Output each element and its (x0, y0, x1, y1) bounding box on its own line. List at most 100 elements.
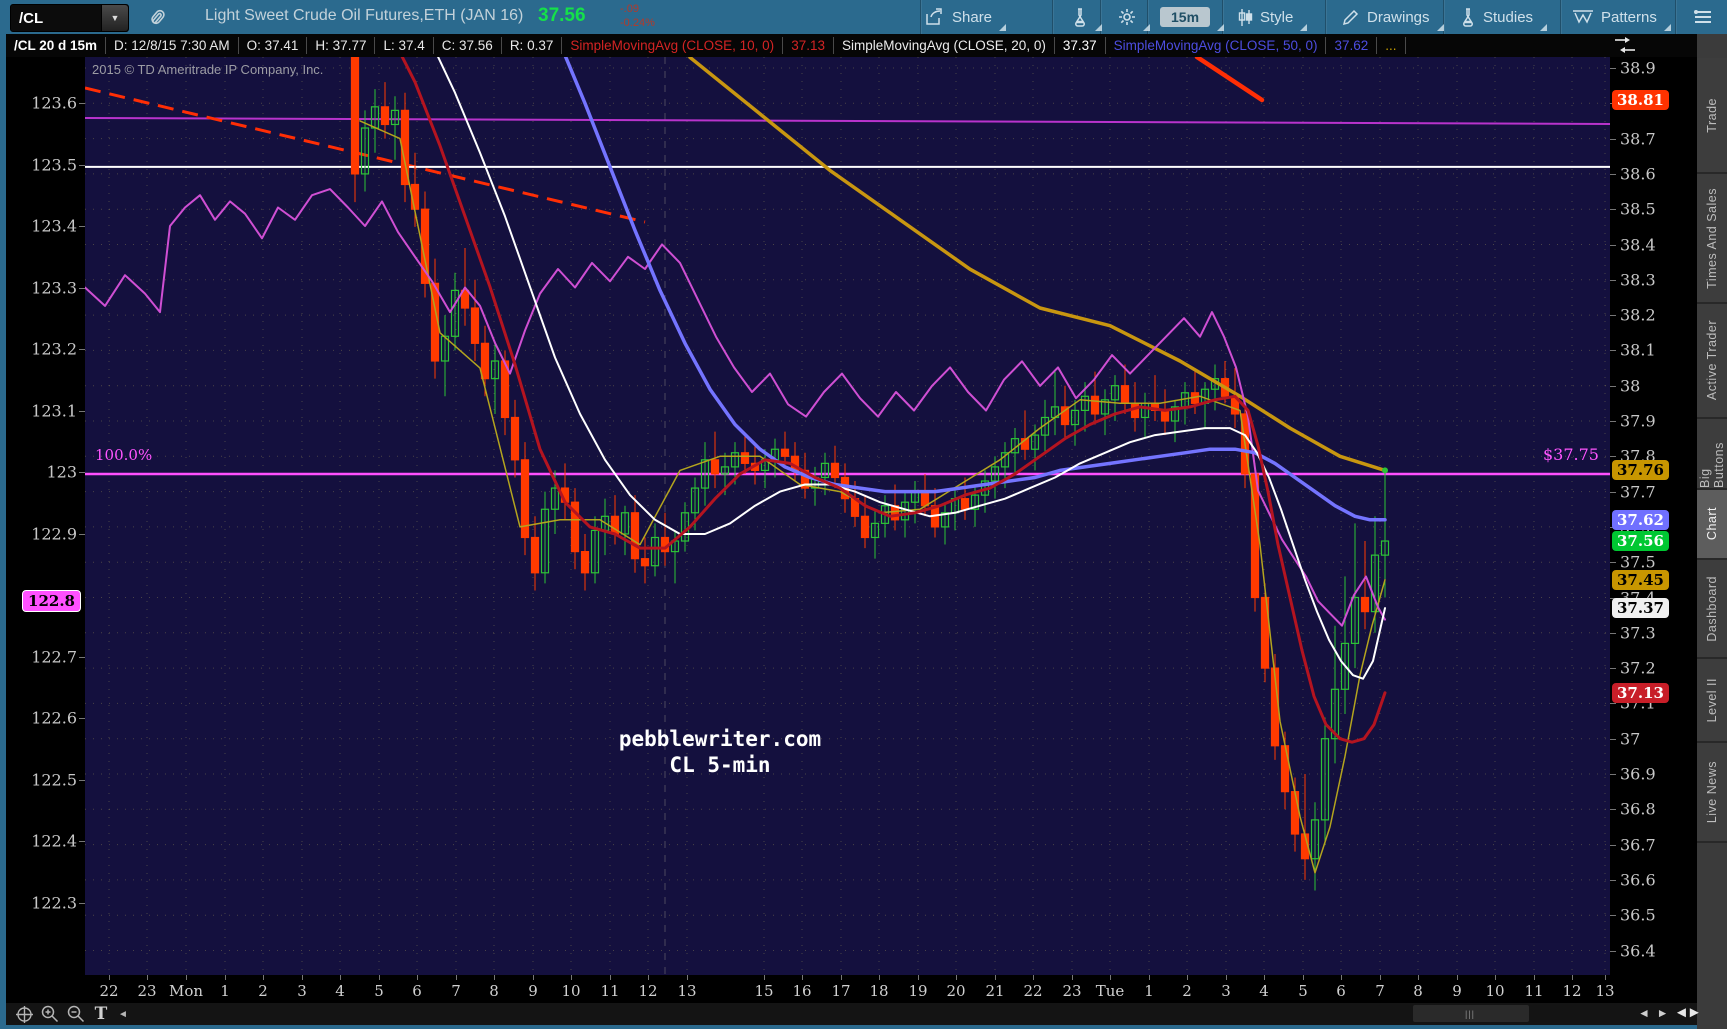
symbol-input[interactable]: /CL ▼ (10, 4, 129, 32)
bottom-frame-edge (0, 1025, 1727, 1029)
right-axis-tick (1610, 385, 1616, 387)
time-axis-label: 12 (1562, 982, 1582, 1000)
toolbar-button-menu[interactable] (1694, 0, 1712, 34)
pan-step-buttons[interactable]: ◄ ► (1638, 1006, 1668, 1020)
toolbar-button-timeframe[interactable]: 15m (1160, 0, 1225, 34)
time-axis-tick (995, 975, 996, 980)
time-axis-label: Mon (168, 982, 204, 1000)
sidebar-tab-level-ii[interactable]: Level II (1697, 659, 1727, 743)
time-axis-tick (379, 975, 380, 980)
sidebar-tab-chart[interactable]: Chart (1697, 490, 1727, 560)
right-axis-tick (1610, 350, 1616, 352)
symbol-value[interactable]: /CL (11, 10, 101, 27)
right-axis-tick (1610, 244, 1616, 246)
left-axis-label: 123.3 (31, 278, 77, 297)
toolbar-button-share[interactable]: Share (925, 0, 1007, 34)
toolbar-button-style[interactable]: Style (1238, 0, 1308, 34)
time-axis-tick (1226, 975, 1227, 980)
pan-tool-icon[interactable] (12, 1003, 36, 1025)
right-axis-tick (1610, 844, 1616, 846)
toolbar-button-studies[interactable]: Studies (1460, 0, 1548, 34)
sidebar-tab-dashboard[interactable]: Dashboard (1697, 560, 1727, 659)
sidebar-tab-live-news[interactable]: Live News (1697, 743, 1727, 843)
toolbar-button-patterns[interactable]: Patterns (1572, 0, 1671, 34)
time-axis-tick (1534, 975, 1535, 980)
right-axis-price-bubble: 37.37 (1612, 598, 1669, 619)
toolbar-button-onDemand[interactable] (1072, 0, 1102, 34)
time-axis-label: 4 (1259, 982, 1269, 1000)
link-paperclip-icon[interactable] (148, 7, 168, 32)
right-axis-tick (1610, 915, 1616, 917)
menu-icon (1694, 10, 1712, 24)
time-axis-label: 21 (985, 982, 1005, 1000)
chart-plot-area[interactable] (84, 15, 1611, 975)
right-axis-tick (1610, 421, 1616, 422)
compare-arrows-icon[interactable] (1612, 36, 1638, 59)
timeframe-chip[interactable]: 15m (1160, 7, 1211, 27)
price-chart-canvas[interactable] (84, 15, 1611, 975)
header-segment-1: D: 12/8/15 7:30 AM (106, 37, 239, 54)
right-axis-tick (1610, 703, 1616, 705)
sidebar-tab-times-and-sales[interactable]: Times And Sales (1697, 174, 1727, 304)
time-axis-tick (1033, 975, 1034, 980)
time-axis-tick (1418, 975, 1419, 980)
toolbar-label-style: Style (1260, 8, 1294, 26)
time-axis-tick (610, 975, 611, 980)
sidebar-tab-label: Big Buttons (1698, 442, 1726, 488)
time-axis-label: 6 (1336, 982, 1346, 1000)
right-axis-label: 38.4 (1620, 235, 1656, 254)
header-segment-2: O: 37.41 (239, 37, 308, 54)
chart-scrollbar[interactable]: ||| (1413, 1005, 1529, 1022)
right-axis-label: 38 (1620, 376, 1641, 396)
time-axis-tick (340, 975, 341, 980)
right-axis-tick (1610, 738, 1616, 740)
study-line-sma20 (429, 38, 1386, 680)
left-axis-label: 123.6 (31, 93, 77, 113)
toolbar-button-drawings[interactable]: Drawings (1342, 0, 1443, 34)
sidebar-tab-active-trader[interactable]: Active Trader (1697, 304, 1727, 419)
right-axis-price-bubble: 38.81 (1612, 89, 1669, 110)
time-axis-label: 16 (792, 982, 812, 1000)
right-axis-tick (1610, 562, 1616, 564)
right-axis-tick (1610, 879, 1616, 881)
sidebar-tab-label: Level II (1705, 677, 1719, 723)
zoom-out-icon[interactable] (64, 1003, 88, 1025)
time-axis-tick (494, 975, 495, 980)
time-axis-label: 13 (677, 982, 697, 1000)
symbol-dropdown-button[interactable]: ▼ (101, 5, 128, 31)
right-axis-label: 38.9 (1620, 58, 1656, 78)
time-axis-tick (1495, 975, 1496, 980)
time-axis-tick (417, 975, 418, 980)
patterns-icon (1572, 8, 1594, 26)
left-axis-label: 122.7 (31, 647, 77, 666)
fast-pan-icon[interactable]: ◄► (1674, 1004, 1702, 1021)
time-axis-label: 23 (137, 982, 157, 1000)
sidebar-tab-trade[interactable]: Trade (1697, 58, 1727, 174)
right-axis-label: 37.2 (1620, 658, 1656, 678)
left-axis-label: 123 (46, 462, 77, 482)
time-axis-label: 15 (754, 982, 774, 1000)
right-axis-label: 37.3 (1620, 623, 1656, 643)
right-axis-tick (1610, 456, 1616, 458)
time-axis-label: 20 (946, 982, 966, 1000)
watermark-line2: CL 5-min (669, 753, 771, 777)
toolbar-button-settings[interactable] (1118, 0, 1150, 34)
time-axis-tick (533, 975, 534, 980)
time-axis-tick (1605, 975, 1606, 980)
right-axis-label: 37.5 (1620, 552, 1656, 572)
text-tool-icon[interactable]: T (90, 1003, 112, 1025)
toolbar-label-patterns: Patterns (1601, 8, 1657, 26)
zoom-in-icon[interactable] (38, 1003, 62, 1025)
sidebar-tab-label: Times And Sales (1705, 187, 1719, 289)
time-axis-label: 3 (297, 982, 307, 1000)
right-axis-label: 38.3 (1620, 270, 1656, 290)
price-line-label: $37.75 (1543, 445, 1599, 464)
toolbar-separator (1560, 0, 1561, 34)
scrollbar-grip[interactable]: ||| (1457, 1008, 1483, 1019)
sidebar-tab-big-buttons[interactable]: Big Buttons (1697, 419, 1727, 490)
time-axis-label: 5 (1298, 982, 1308, 1000)
right-axis-price-bubble: 37.62 (1612, 509, 1669, 530)
time-axis-tick (841, 975, 842, 980)
collapse-left-icon[interactable]: ◄ (116, 1003, 130, 1025)
time-axis-label: 17 (831, 982, 851, 1000)
